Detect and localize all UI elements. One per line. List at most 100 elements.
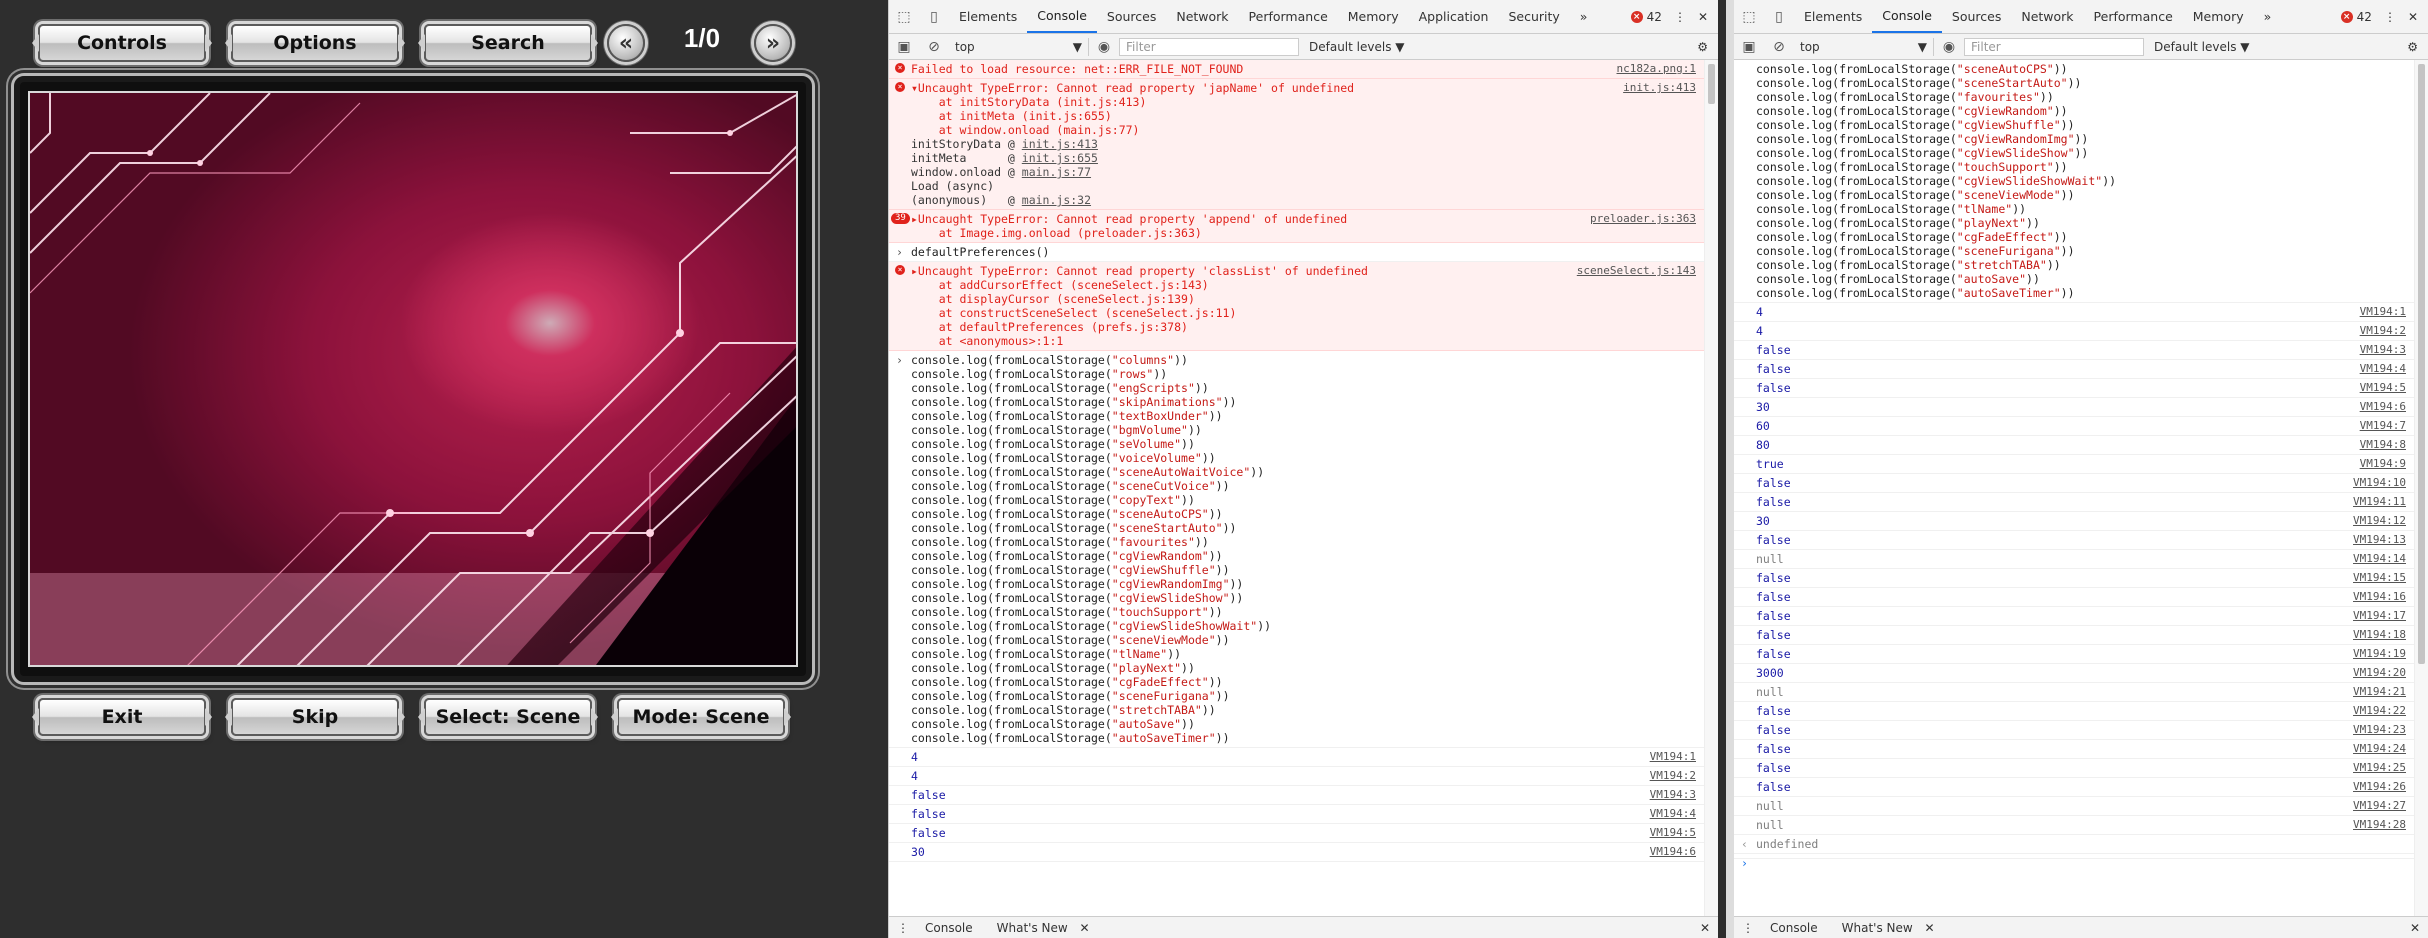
tab-sources[interactable]: Sources	[1942, 0, 2011, 33]
error-counter[interactable]: × 42	[2340, 10, 2372, 24]
trace-link[interactable]: init.js:655	[1022, 151, 1098, 165]
settings-gear-icon[interactable]: ⚙	[1697, 40, 1708, 54]
select-scene-button[interactable]: Select: Scene	[418, 698, 598, 736]
options-button[interactable]: Options	[225, 24, 405, 62]
tab-memory[interactable]: Memory	[2183, 0, 2254, 33]
levels-dropdown[interactable]: Default levels ▼	[1309, 40, 1405, 54]
source-link[interactable]: VM194:1	[2360, 305, 2406, 319]
context-select[interactable]: top ▼	[949, 37, 1089, 56]
source-link[interactable]: VM194:25	[2353, 761, 2406, 775]
tab-elements[interactable]: Elements	[949, 0, 1027, 33]
sidebar-toggle-icon[interactable]: ▣	[1734, 39, 1764, 55]
source-link[interactable]: VM194:10	[2353, 476, 2406, 490]
clear-console-icon[interactable]: ⊘	[1764, 39, 1794, 55]
clear-console-icon[interactable]: ⊘	[919, 39, 949, 55]
console-error-row[interactable]: 39 ▸Uncaught TypeError: Cannot read prope…	[889, 210, 1704, 243]
source-link[interactable]: VM194:5	[1650, 826, 1696, 840]
tab-security[interactable]: Security	[1498, 0, 1569, 33]
source-link[interactable]: VM194:18	[2353, 628, 2406, 642]
source-link[interactable]: VM194:23	[2353, 723, 2406, 737]
mode-scene-button[interactable]: Mode: Scene	[611, 698, 791, 736]
source-link[interactable]: preloader.js:363	[1590, 212, 1696, 226]
kebab-menu-icon[interactable]: ⋮	[2384, 10, 2396, 24]
tab-sources[interactable]: Sources	[1097, 0, 1166, 33]
trace-link[interactable]: init.js:413	[1022, 137, 1098, 151]
inspect-element-icon[interactable]: ⬚	[1734, 0, 1764, 33]
source-link[interactable]: VM194:3	[2360, 343, 2406, 357]
eye-icon[interactable]: ◉	[1934, 39, 1964, 55]
more-tabs-button[interactable]: »	[2254, 0, 2282, 33]
tab-network[interactable]: Network	[2011, 0, 2083, 33]
trace-link[interactable]: main.js:77	[1022, 165, 1091, 179]
source-link[interactable]: nc182a.png:1	[1617, 62, 1696, 76]
source-link[interactable]: VM194:28	[2353, 818, 2406, 832]
tab-application[interactable]: Application	[1409, 0, 1499, 33]
source-link[interactable]: VM194:16	[2353, 590, 2406, 604]
source-link[interactable]: VM194:17	[2353, 609, 2406, 623]
tab-console[interactable]: Console	[1872, 0, 1942, 33]
tab-elements[interactable]: Elements	[1794, 0, 1872, 33]
tab-console[interactable]: Console	[1027, 0, 1097, 33]
console-input-row[interactable]: ›	[1734, 854, 2414, 870]
previous-page-button[interactable]: «	[607, 24, 645, 62]
source-link[interactable]: VM194:4	[2360, 362, 2406, 376]
scene-image[interactable]	[28, 91, 798, 667]
search-button[interactable]: Search	[418, 24, 598, 62]
kebab-menu-icon[interactable]: ⋮	[1674, 10, 1686, 24]
eye-icon[interactable]: ◉	[1089, 39, 1119, 55]
console-error-row[interactable]: × ▾Uncaught TypeError: Cannot read proper…	[889, 79, 1704, 210]
source-link[interactable]: VM194:3	[1650, 788, 1696, 802]
source-link[interactable]: VM194:6	[2360, 400, 2406, 414]
source-link[interactable]: VM194:11	[2353, 495, 2406, 509]
source-link[interactable]: sceneSelect.js:143	[1577, 264, 1696, 278]
scrollbar-thumb[interactable]	[1708, 64, 1715, 104]
close-icon[interactable]: ✕	[1698, 10, 1708, 24]
source-link[interactable]: VM194:6	[1650, 845, 1696, 859]
settings-gear-icon[interactable]: ⚙	[2407, 40, 2418, 54]
console-error-row[interactable]: × Failed to load resource: net::ERR_FILE_…	[889, 60, 1704, 79]
source-link[interactable]: VM194:13	[2353, 533, 2406, 547]
source-link[interactable]: VM194:22	[2353, 704, 2406, 718]
skip-button[interactable]: Skip	[225, 698, 405, 736]
exit-button[interactable]: Exit	[32, 698, 212, 736]
source-link[interactable]: VM194:14	[2353, 552, 2406, 566]
source-link[interactable]: VM194:2	[2360, 324, 2406, 338]
tab-performance[interactable]: Performance	[2084, 0, 2183, 33]
console-scrollbar[interactable]	[2414, 60, 2428, 916]
inspect-element-icon[interactable]: ⬚	[889, 0, 919, 33]
source-link[interactable]: VM194:4	[1650, 807, 1696, 821]
next-page-button[interactable]: »	[754, 24, 792, 62]
source-link[interactable]: VM194:26	[2353, 780, 2406, 794]
close-drawer-icon[interactable]: ✕	[2402, 921, 2428, 935]
drawer-tab-whats-new[interactable]: What's New ✕	[981, 921, 1098, 935]
error-counter[interactable]: × 42	[1630, 10, 1662, 24]
source-link[interactable]: VM194:1	[1650, 750, 1696, 764]
console-scrollbar[interactable]	[1704, 60, 1718, 916]
source-link[interactable]: VM194:21	[2353, 685, 2406, 699]
tab-performance[interactable]: Performance	[1239, 0, 1338, 33]
more-tabs-button[interactable]: »	[1570, 0, 1598, 33]
source-link[interactable]: VM194:24	[2353, 742, 2406, 756]
source-link[interactable]: init.js:413	[1623, 81, 1696, 95]
close-icon[interactable]: ✕	[2408, 10, 2418, 24]
tab-network[interactable]: Network	[1166, 0, 1238, 33]
source-link[interactable]: VM194:2	[1650, 769, 1696, 783]
device-toolbar-icon[interactable]: ▯	[919, 0, 949, 33]
console-output[interactable]: × Failed to load resource: net::ERR_FILE_…	[889, 60, 1704, 916]
console-output[interactable]: console.log(fromLocalStorage("sceneAutoC…	[1734, 60, 2414, 916]
source-link[interactable]: VM194:15	[2353, 571, 2406, 585]
drawer-tab-console[interactable]: Console	[917, 921, 981, 935]
close-drawer-icon[interactable]: ✕	[1692, 921, 1718, 935]
filter-input[interactable]: Filter	[1964, 37, 2144, 56]
source-link[interactable]: VM194:20	[2353, 666, 2406, 680]
source-link[interactable]: VM194:7	[2360, 419, 2406, 433]
source-link[interactable]: VM194:5	[2360, 381, 2406, 395]
console-error-row[interactable]: × ▸Uncaught TypeError: Cannot read proper…	[889, 262, 1704, 351]
levels-dropdown[interactable]: Default levels ▼	[2154, 40, 2250, 54]
device-toolbar-icon[interactable]: ▯	[1764, 0, 1794, 33]
drawer-tab-console[interactable]: Console	[1762, 921, 1826, 935]
scrollbar-thumb[interactable]	[2418, 64, 2425, 664]
source-link[interactable]: VM194:8	[2360, 438, 2406, 452]
trace-link[interactable]: main.js:32	[1022, 193, 1091, 207]
context-select[interactable]: top ▼	[1794, 37, 1934, 56]
